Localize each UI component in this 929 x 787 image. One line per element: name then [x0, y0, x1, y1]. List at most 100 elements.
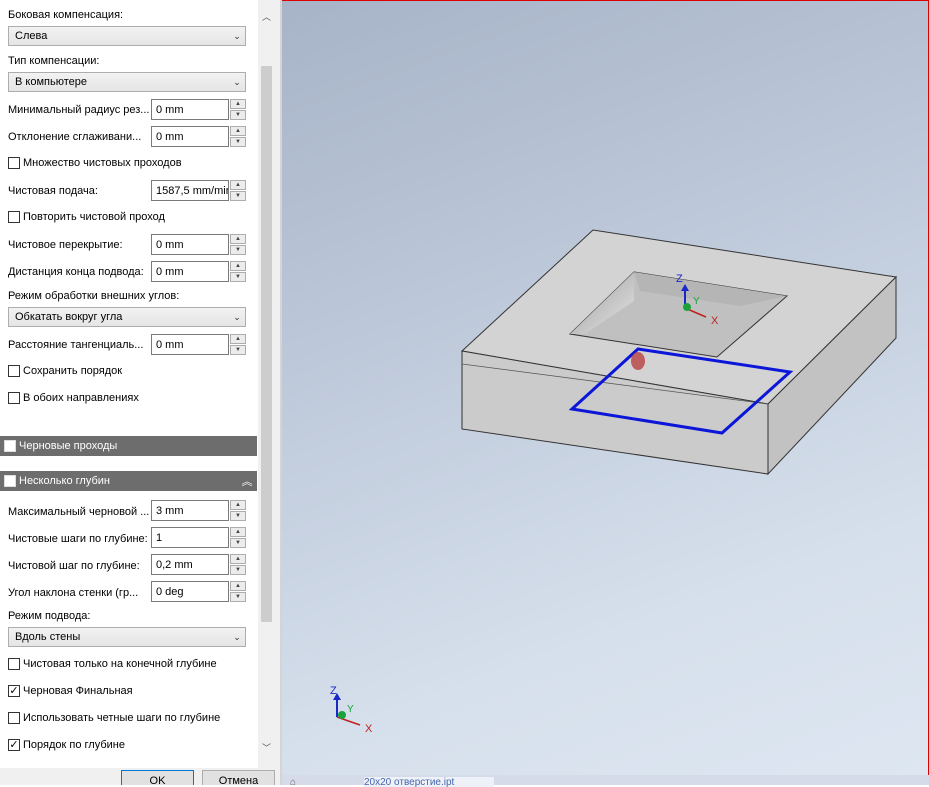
rough-final-checkbox[interactable]: ✓ Черновая Финальная [8, 685, 133, 697]
finish-step-label: Чистовой шаг по глубине: [8, 560, 140, 572]
tangential-distance-spinner[interactable]: 0 mm ▲ ▼ [151, 334, 246, 355]
model-axis-x-label: X [711, 315, 719, 327]
smoothing-deviation-label: Отклонение сглаживани... [8, 131, 142, 143]
checkbox-icon[interactable]: ✓ [8, 685, 20, 697]
axis-z-label: Z [330, 685, 337, 697]
max-roughing-spinner[interactable]: 3 mm ▲ ▼ [151, 500, 246, 521]
panel-scrollbar[interactable]: ︿ ﹀ [259, 8, 274, 760]
scroll-up-icon[interactable]: ︿ [259, 10, 274, 23]
finish-overlap-spinner[interactable]: 0 mm ▲ ▼ [151, 234, 246, 255]
checkbox-icon[interactable] [8, 658, 20, 670]
order-by-depth-checkbox[interactable]: ✓ Порядок по глубине [8, 739, 125, 751]
compensation-type-label: Тип компенсации: [8, 55, 100, 67]
spin-down-icon[interactable]: ▼ [230, 110, 246, 120]
document-tab[interactable]: 20x20 отверстие.ipt [364, 777, 494, 787]
axis-y-label: Y [347, 704, 354, 715]
tangential-distance-label: Расстояние тангенциаль... [8, 339, 144, 351]
even-steps-checkbox[interactable]: Использовать четные шаги по глубине [8, 712, 220, 724]
spin-up-icon[interactable]: ▲ [230, 126, 246, 136]
checkbox-icon[interactable] [8, 157, 20, 169]
collapse-icon[interactable]: ︽ [237, 473, 257, 489]
tangential-distance-input[interactable]: 0 mm [151, 334, 229, 355]
checkbox-icon[interactable] [8, 211, 20, 223]
finish-final-depth-checkbox[interactable]: Чистовая только на конечной глубине [8, 658, 217, 670]
finish-feed-input[interactable]: 1587,5 mm/min [151, 180, 229, 201]
outer-corner-mode-select[interactable]: Обкатать вокруг угла ⌄ [8, 307, 246, 327]
max-roughing-label: Максимальный черновой ... [8, 506, 150, 518]
spin-down-icon[interactable]: ▼ [230, 272, 246, 282]
spin-down-icon[interactable]: ▼ [230, 191, 246, 201]
compensation-type-select[interactable]: В компьютере ⌄ [8, 72, 246, 92]
spin-up-icon[interactable]: ▲ [230, 261, 246, 271]
spin-up-icon[interactable]: ▲ [230, 234, 246, 244]
finish-steps-input[interactable]: 1 [151, 527, 229, 548]
outer-corner-mode-label: Режим обработки внешних углов: [8, 290, 180, 302]
spin-up-icon[interactable]: ▲ [230, 99, 246, 109]
home-icon[interactable]: ⌂ [290, 777, 340, 787]
scroll-down-icon[interactable]: ﹀ [259, 741, 274, 754]
checkbox-icon[interactable]: ✓ [4, 475, 16, 487]
lateral-compensation-select[interactable]: Слева ⌄ [8, 26, 246, 46]
chevron-down-icon: ⌄ [233, 311, 241, 322]
min-radius-label: Минимальный радиус рез... [8, 104, 150, 116]
lead-end-distance-label: Дистанция конца подвода: [8, 266, 144, 278]
approach-mode-label: Режим подвода: [8, 610, 91, 622]
spin-up-icon[interactable]: ▲ [230, 180, 246, 190]
finish-step-spinner[interactable]: 0,2 mm ▲ ▼ [151, 554, 246, 575]
wall-angle-label: Угол наклона стенки (гр... [8, 587, 139, 599]
ok-button[interactable]: OK [121, 770, 194, 785]
wall-angle-input[interactable]: 0 deg [151, 581, 229, 602]
lead-end-distance-spinner[interactable]: 0 mm ▲ ▼ [151, 261, 246, 282]
roughing-passes-section[interactable]: Черновые проходы [0, 436, 257, 456]
checkbox-icon[interactable] [8, 392, 20, 404]
checkbox-icon[interactable] [4, 440, 16, 452]
tool-start-marker[interactable] [631, 352, 645, 370]
part-model[interactable] [460, 229, 898, 476]
spin-down-icon[interactable]: ▼ [230, 137, 246, 147]
keep-order-checkbox[interactable]: Сохранить порядок [8, 365, 122, 377]
spin-down-icon[interactable]: ▼ [230, 565, 246, 575]
repeat-finish-checkbox[interactable]: Повторить чистовой проход [8, 211, 165, 223]
chevron-down-icon: ⌄ [233, 76, 241, 87]
max-roughing-input[interactable]: 3 mm [151, 500, 229, 521]
finish-step-input[interactable]: 0,2 mm [151, 554, 229, 575]
smoothing-deviation-input[interactable]: 0 mm [151, 126, 229, 147]
finish-feed-label: Чистовая подача: [8, 185, 98, 197]
model-axis-z-label: Z [676, 273, 683, 285]
cancel-button[interactable]: Отмена [202, 770, 275, 785]
finish-overlap-input[interactable]: 0 mm [151, 234, 229, 255]
multiple-depths-section[interactable]: ✓ Несколько глубин ︽ [0, 471, 257, 491]
spin-up-icon[interactable]: ▲ [230, 500, 246, 510]
spin-down-icon[interactable]: ▼ [230, 245, 246, 255]
min-radius-input[interactable]: 0 mm [151, 99, 229, 120]
spin-up-icon[interactable]: ▲ [230, 334, 246, 344]
spin-down-icon[interactable]: ▼ [230, 511, 246, 521]
finish-feed-spinner[interactable]: 1587,5 mm/min ▲ ▼ [151, 180, 246, 201]
lead-end-distance-input[interactable]: 0 mm [151, 261, 229, 282]
operation-parameters-panel: Боковая компенсация: Слева ⌄ Тип компенса… [0, 0, 282, 785]
spin-down-icon[interactable]: ▼ [230, 345, 246, 355]
both-directions-checkbox[interactable]: В обоих направлениях [8, 392, 139, 404]
finish-overlap-label: Чистовое перекрытие: [8, 239, 123, 251]
checkbox-icon[interactable] [8, 365, 20, 377]
axis-x-label: X [365, 723, 373, 735]
chevron-down-icon: ⌄ [233, 631, 241, 642]
scroll-thumb[interactable] [261, 66, 272, 622]
wall-angle-spinner[interactable]: 0 deg ▲ ▼ [151, 581, 246, 602]
spin-down-icon[interactable]: ▼ [230, 592, 246, 602]
smoothing-deviation-spinner[interactable]: 0 mm ▲ ▼ [151, 126, 246, 147]
finish-steps-label: Чистовые шаги по глубине: [8, 533, 148, 545]
spin-down-icon[interactable]: ▼ [230, 538, 246, 548]
spin-up-icon[interactable]: ▲ [230, 581, 246, 591]
min-radius-spinner[interactable]: 0 mm ▲ ▼ [151, 99, 246, 120]
finish-steps-spinner[interactable]: 1 ▲ ▼ [151, 527, 246, 548]
3d-viewport[interactable]: Z Y X Z Y X [282, 0, 929, 775]
spin-up-icon[interactable]: ▲ [230, 554, 246, 564]
checkbox-icon[interactable] [8, 712, 20, 724]
multi-finish-checkbox[interactable]: Множество чистовых проходов [8, 157, 182, 169]
approach-mode-select[interactable]: Вдоль стены ⌄ [8, 627, 246, 647]
spin-up-icon[interactable]: ▲ [230, 527, 246, 537]
lateral-compensation-label: Боковая компенсация: [8, 9, 124, 21]
view-cube-triad: Z Y X [330, 685, 373, 735]
checkbox-icon[interactable]: ✓ [8, 739, 20, 751]
